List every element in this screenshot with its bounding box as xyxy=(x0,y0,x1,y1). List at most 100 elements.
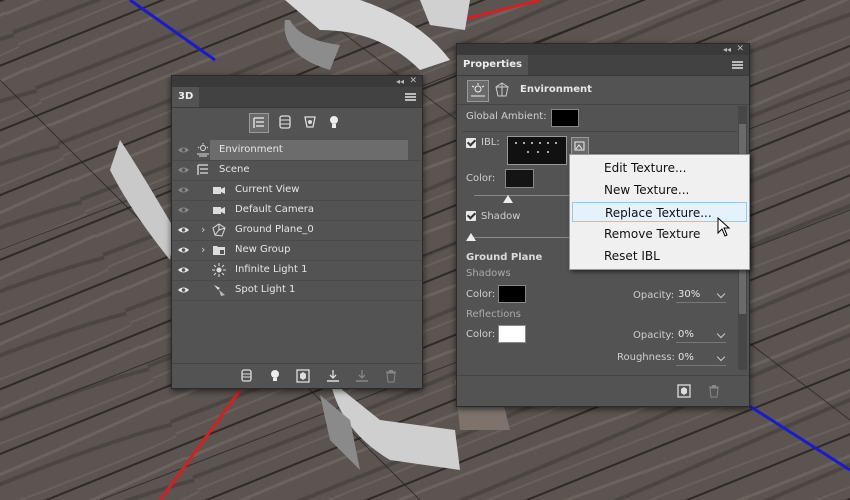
expand-chevron-icon[interactable]: › xyxy=(201,243,205,256)
panel-3d: ◂◂ ✕ 3D Environment Scene Current View D… xyxy=(171,75,423,389)
spot-light-icon xyxy=(214,285,225,296)
render-icon[interactable] xyxy=(677,384,691,398)
visibility-eye-icon[interactable] xyxy=(178,165,189,175)
list-item-infinite-light[interactable]: Infinite Light 1 xyxy=(172,260,422,281)
trash-icon[interactable] xyxy=(384,369,398,383)
visibility-eye-icon[interactable] xyxy=(178,185,189,195)
add-mesh-icon[interactable] xyxy=(240,369,254,383)
environment-icon xyxy=(197,143,209,157)
filter-meshes-icon[interactable] xyxy=(278,114,292,130)
menu-item-edit-texture[interactable]: Edit Texture... xyxy=(572,158,747,178)
ibl-texture-menu-button[interactable] xyxy=(571,137,589,155)
close-icon[interactable]: ✕ xyxy=(736,44,744,55)
tab-3d[interactable]: 3D xyxy=(172,87,200,107)
shadows-section-label: Shadows xyxy=(466,268,511,279)
list-item-spot-light[interactable]: Spot Light 1 xyxy=(172,280,422,301)
shadow-softness-thumb[interactable] xyxy=(466,233,476,241)
reflections-color-swatch[interactable] xyxy=(498,325,526,343)
close-icon[interactable]: ✕ xyxy=(409,76,417,87)
tab-properties[interactable]: Properties xyxy=(457,55,528,75)
visibility-eye-icon[interactable] xyxy=(178,145,189,155)
shadows-opacity-label: Opacity: xyxy=(633,290,675,301)
filter-lights-icon[interactable] xyxy=(327,114,341,130)
infinite-light-icon xyxy=(212,263,226,277)
visibility-eye-icon[interactable] xyxy=(178,225,189,235)
render-icon[interactable] xyxy=(296,369,310,383)
chevron-down-icon[interactable] xyxy=(716,289,726,299)
menu-item-new-texture[interactable]: New Texture... xyxy=(572,180,747,200)
list-item-environment-row[interactable]: Environment xyxy=(172,140,422,161)
filter-whole-scene-icon[interactable] xyxy=(249,113,269,133)
coordinates-tab-icon[interactable] xyxy=(494,82,510,98)
environment-tab-icon[interactable] xyxy=(467,80,489,102)
drop-to-plane-icon[interactable] xyxy=(326,369,340,383)
properties-titlebar[interactable]: ◂◂ ✕ xyxy=(457,44,749,55)
shadow-checkbox[interactable] xyxy=(466,211,476,221)
ibl-color-swatch[interactable] xyxy=(505,169,534,188)
reflections-opacity-label: Opacity: xyxy=(633,330,675,341)
split-icon[interactable] xyxy=(355,369,369,383)
camera-icon xyxy=(213,207,225,214)
properties-header-title: Environment xyxy=(520,84,592,95)
reflections-opacity-field[interactable]: 0% xyxy=(678,329,726,341)
shadows-opacity-field[interactable]: 30% xyxy=(678,289,726,301)
trash-icon[interactable] xyxy=(707,384,721,398)
global-ambient-label: Global Ambient: xyxy=(466,111,547,122)
filter-materials-icon[interactable] xyxy=(303,114,317,130)
properties-tabbar: Properties xyxy=(457,55,749,76)
collapse-icon[interactable]: ◂◂ xyxy=(723,44,731,55)
chevron-down-icon[interactable] xyxy=(716,329,726,339)
visibility-eye-icon[interactable] xyxy=(178,265,189,275)
shadows-opacity-value: 30% xyxy=(678,289,701,300)
properties-bottom-toolbar xyxy=(457,375,749,406)
chevron-down-icon[interactable] xyxy=(716,352,726,362)
row-label: Ground Plane_0 xyxy=(235,224,314,235)
properties-header: Environment xyxy=(457,76,749,105)
reflections-section-label: Reflections xyxy=(466,309,521,320)
ibl-texture-thumbnail[interactable] xyxy=(507,136,567,165)
list-item-default-camera[interactable]: Default Camera xyxy=(172,200,422,221)
ibl-intensity-slider[interactable] xyxy=(474,195,574,196)
add-light-icon[interactable] xyxy=(268,369,282,383)
row-label: New Group xyxy=(235,244,291,255)
ibl-checkbox[interactable] xyxy=(466,138,476,148)
visibility-eye-icon[interactable] xyxy=(178,205,189,215)
mesh-icon xyxy=(212,223,226,237)
row-label: Environment xyxy=(219,144,283,155)
ibl-intensity-thumb[interactable] xyxy=(503,195,513,203)
panel-3d-bottom-toolbar xyxy=(172,363,422,388)
shadows-color-label: Color: xyxy=(466,289,496,300)
roughness-field[interactable]: 0% xyxy=(678,352,726,364)
shadows-color-swatch[interactable] xyxy=(498,285,526,303)
panel-menu-icon[interactable] xyxy=(405,93,416,101)
row-label: Infinite Light 1 xyxy=(235,264,308,275)
shadow-softness-slider[interactable] xyxy=(469,237,569,238)
ground-plane-title: Ground Plane xyxy=(466,252,543,263)
roughness-label: Roughness: xyxy=(617,352,675,363)
filter-toolbar xyxy=(172,108,422,138)
list-item-scene[interactable]: Scene xyxy=(172,160,422,181)
expand-chevron-icon[interactable]: › xyxy=(201,223,205,236)
global-ambient-swatch[interactable] xyxy=(551,109,579,127)
panel-3d-tabbar: 3D xyxy=(172,87,422,108)
camera-icon xyxy=(213,187,225,194)
row-label: Spot Light 1 xyxy=(235,284,296,295)
panel-menu-icon[interactable] xyxy=(732,61,743,69)
visibility-eye-icon[interactable] xyxy=(178,285,189,295)
scene-icon xyxy=(197,164,208,175)
menu-item-reset-ibl[interactable]: Reset IBL xyxy=(572,246,747,266)
visibility-eye-icon[interactable] xyxy=(178,245,189,255)
roughness-value: 0% xyxy=(678,352,694,363)
reflections-color-label: Color: xyxy=(466,329,496,340)
folder-icon xyxy=(213,246,225,255)
row-label: Current View xyxy=(235,184,300,195)
shadow-label: Shadow xyxy=(481,211,521,222)
mouse-cursor-icon xyxy=(717,217,731,237)
list-item-new-group[interactable]: › New Group xyxy=(172,240,422,261)
list-item-ground-plane[interactable]: › Ground Plane_0 xyxy=(172,220,422,241)
ibl-label: IBL: xyxy=(481,137,500,148)
ibl-color-label: Color: xyxy=(466,173,496,184)
panel-3d-titlebar[interactable]: ◂◂ ✕ xyxy=(172,76,422,87)
collapse-icon[interactable]: ◂◂ xyxy=(396,76,404,87)
list-item-current-view[interactable]: Current View xyxy=(172,180,422,201)
